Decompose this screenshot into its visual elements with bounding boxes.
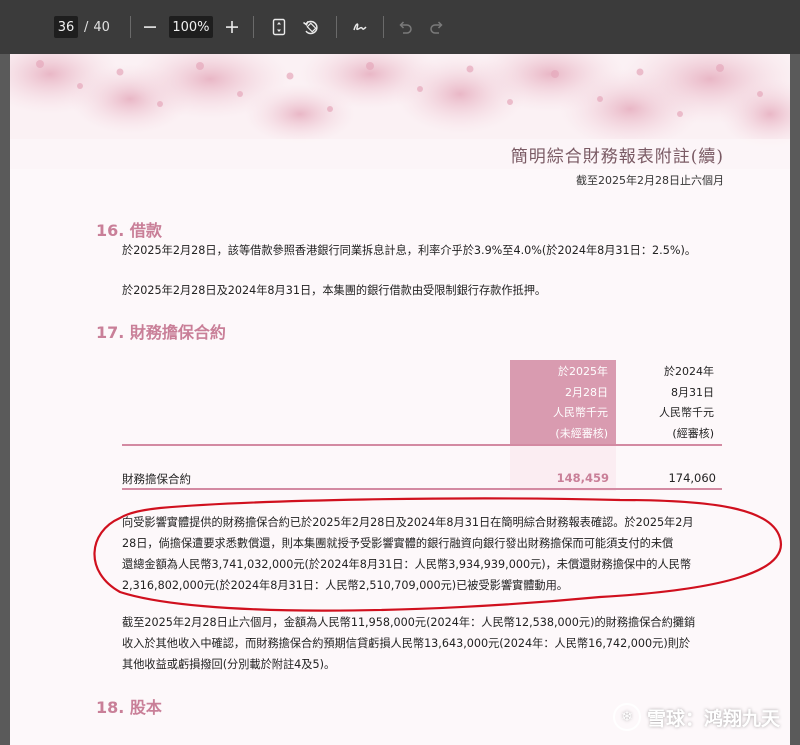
- minus-icon: [143, 26, 156, 28]
- section-18-title: 18. 股本: [96, 698, 162, 717]
- table-value-2025: 148,459: [556, 471, 609, 485]
- section-17-para-1-line-3: 還總金額為人民幣3,741,032,000元(於2024年8月31日：人民幣3,…: [122, 558, 692, 571]
- highlighted-column-header: 於2025年 2月28日 人民幣千元 (未經審核): [510, 360, 616, 446]
- col-2025-line4: (未經審核): [555, 426, 608, 440]
- section-16-para-1: 於2025年2月28日，該等借款參照香港銀行同業拆息計息，利率介乎於3.9%至4…: [122, 244, 697, 257]
- section-17-para-2-line-3: 其他收益或虧損撥回(分別載於附註4及5)。: [122, 658, 336, 671]
- redo-icon: [430, 21, 443, 34]
- section-16-para-2: 於2025年2月28日及2024年8月31日，本集團的銀行借款由受限制銀行存款作…: [122, 284, 547, 297]
- table-row-label: 財務擔保合約: [122, 472, 191, 486]
- page-total: 40: [93, 19, 110, 35]
- col-2025-line1: 於2025年: [558, 365, 608, 378]
- section-17-para-2-line-2: 收入於其他收入中確認，而財務擔保合約預期信貸虧損人民幣13,643,000元(2…: [122, 637, 691, 650]
- col-2024-line1: 於2024年: [664, 365, 714, 378]
- draw-icon: [353, 23, 367, 31]
- zoom-level-input[interactable]: 100%: [168, 16, 213, 38]
- section-17-para-2-line-1: 截至2025年2月28日止六個月，金額為人民幣11,958,000元(2024年…: [122, 616, 696, 629]
- section-17-para-1-line-4: 2,316,802,000元(於2024年8月31日：人民幣2,510,709,…: [122, 579, 568, 592]
- draw-button[interactable]: [349, 16, 371, 38]
- fit-page-button[interactable]: [268, 16, 290, 38]
- zoom-in-button[interactable]: [221, 16, 243, 38]
- table-value-2024: 174,060: [668, 471, 716, 485]
- col-2024-line3: 人民幣千元: [659, 406, 714, 419]
- snowball-logo-icon: ❄: [612, 703, 641, 731]
- page-subtitle: 截至2025年2月28日止六個月: [576, 174, 724, 187]
- toolbar-divider: [335, 16, 337, 38]
- watermark: ❄ 雪球：鸿翔九天: [612, 703, 780, 731]
- section-16-title: 16. 借款: [96, 221, 162, 240]
- zoom-out-button[interactable]: [139, 16, 161, 38]
- redo-button[interactable]: [426, 16, 448, 38]
- col-2025-line3: 人民幣千元: [553, 406, 608, 419]
- rotate-button[interactable]: [300, 16, 322, 38]
- fit-page-icon: [272, 18, 286, 36]
- col-2025-line2: 2月28日: [565, 385, 608, 399]
- toolbar-divider: [129, 16, 131, 38]
- undo-button[interactable]: [394, 16, 416, 38]
- watermark-text: 雪球：鸿翔九天: [646, 707, 780, 730]
- table-total-rule: [122, 488, 722, 490]
- section-17-para-1-line-2: 28日，倘擔保遭要求悉數償還，則本集團就授予受影響實體的銀行融資向銀行發出財務擔…: [122, 537, 674, 550]
- pdf-toolbar: 36 / 40 100%: [0, 0, 800, 54]
- rotate-icon: [302, 20, 318, 35]
- col-2024-line4: (經審核): [672, 426, 714, 440]
- undo-icon: [399, 21, 412, 34]
- document-page: 簡明綜合財務報表附註(續) 截至2025年2月28日止六個月 16. 借款 於2…: [10, 54, 790, 745]
- page-title: 簡明綜合財務報表附註(續): [510, 147, 724, 167]
- page-number-input[interactable]: 36: [54, 16, 78, 38]
- table-header-rule: [122, 444, 722, 446]
- section-17-para-1-line-1: 向受影響實體提供的財務擔保合約已於2025年2月28日及2024年8月31日在簡…: [122, 516, 694, 529]
- plus-icon: [225, 21, 238, 33]
- toolbar-divider: [382, 16, 384, 38]
- toolbar-divider: [252, 16, 254, 38]
- page-separator: /: [84, 19, 89, 35]
- col-2024-line2: 8月31日: [671, 385, 714, 399]
- section-17-title: 17. 財務擔保合約: [96, 323, 226, 342]
